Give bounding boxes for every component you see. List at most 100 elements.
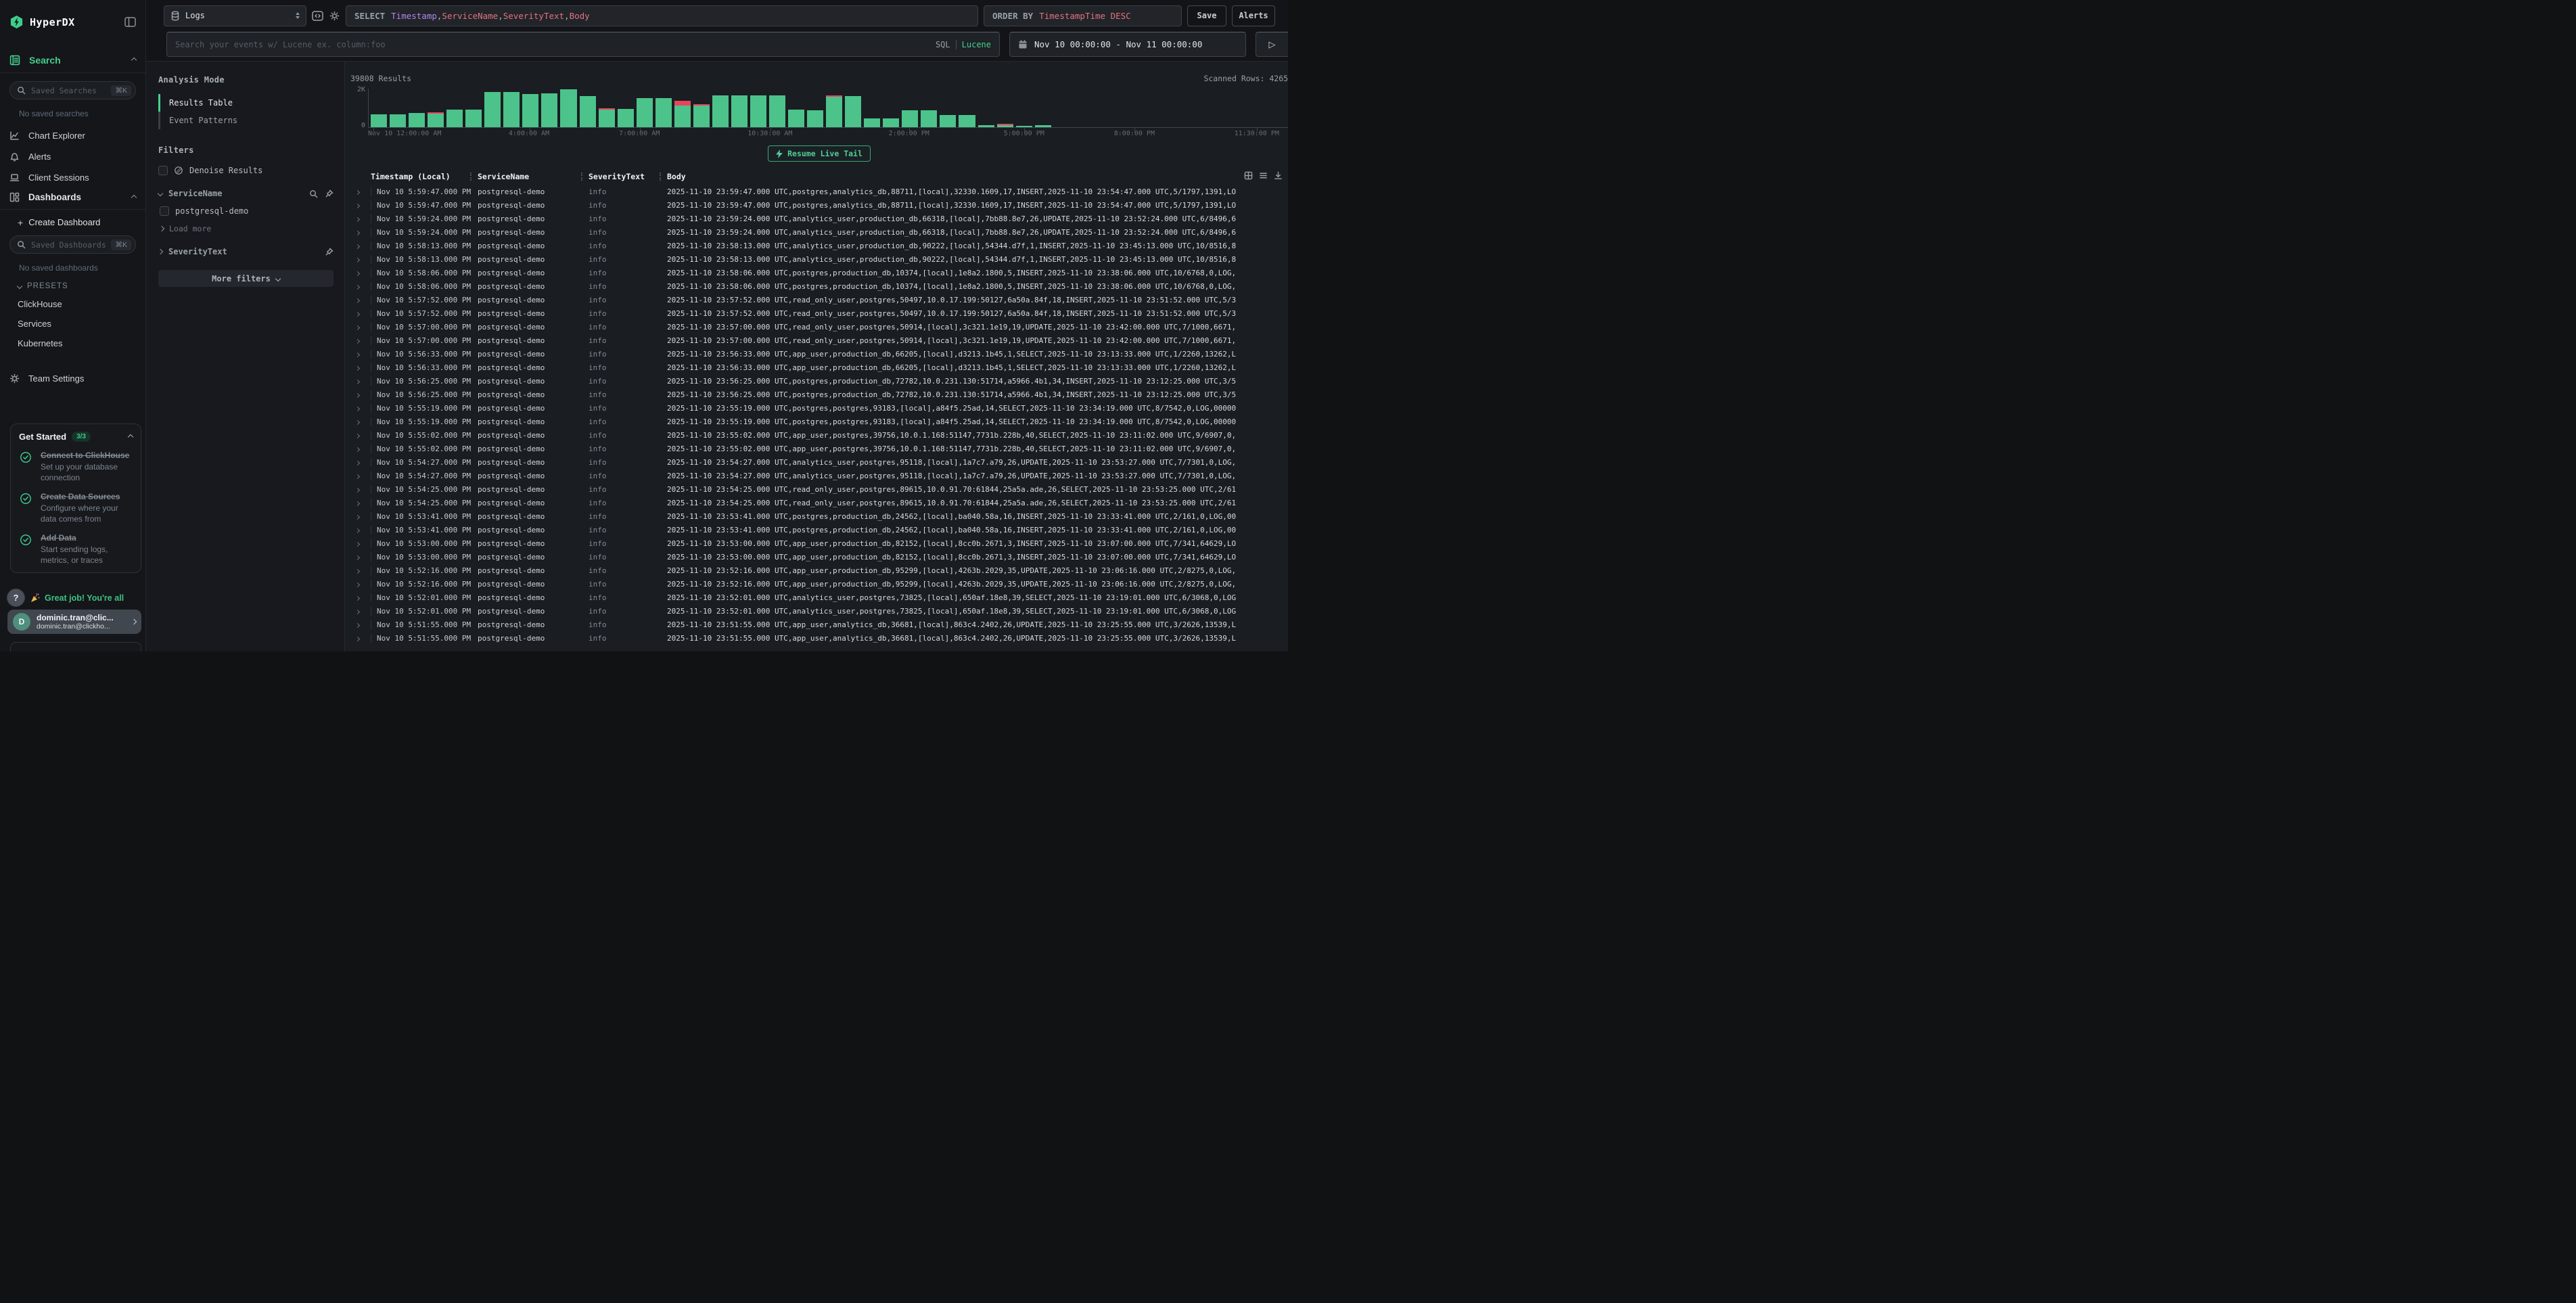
row-expand-chevron-icon[interactable]: [354, 255, 371, 264]
table-row[interactable]: Nov 10 5:57:52.000 PMpostgresql-demoinfo…: [350, 293, 1288, 306]
histogram-bar[interactable]: [484, 92, 501, 128]
date-range-picker[interactable]: Nov 10 00:00:00 - Nov 11 00:00:00: [1009, 32, 1246, 57]
column-header-timestamp[interactable]: Timestamp (Local): [371, 172, 478, 181]
table-row[interactable]: Nov 10 5:56:33.000 PMpostgresql-demoinfo…: [350, 347, 1288, 361]
histogram-bar[interactable]: [522, 94, 538, 128]
table-row[interactable]: Nov 10 5:56:25.000 PMpostgresql-demoinfo…: [350, 388, 1288, 401]
table-row[interactable]: Nov 10 5:53:00.000 PMpostgresql-demoinfo…: [350, 550, 1288, 564]
gear-icon[interactable]: [329, 11, 340, 21]
row-expand-chevron-icon[interactable]: [354, 485, 371, 494]
row-expand-chevron-icon[interactable]: [354, 323, 371, 332]
row-expand-chevron-icon[interactable]: [354, 593, 371, 602]
row-expand-chevron-icon[interactable]: [354, 404, 371, 413]
table-row[interactable]: Nov 10 5:52:01.000 PMpostgresql-demoinfo…: [350, 591, 1288, 604]
row-expand-chevron-icon[interactable]: [354, 526, 371, 534]
row-expand-chevron-icon[interactable]: [354, 214, 371, 223]
histogram-bar[interactable]: [826, 95, 842, 128]
alerts-button[interactable]: Alerts: [1232, 5, 1275, 26]
create-dashboard-button[interactable]: + Create Dashboard: [0, 210, 145, 227]
row-expand-chevron-icon[interactable]: [354, 417, 371, 426]
row-expand-chevron-icon[interactable]: [354, 512, 371, 521]
table-row[interactable]: Nov 10 5:54:25.000 PMpostgresql-demoinfo…: [350, 482, 1288, 496]
histogram-bar[interactable]: [656, 98, 672, 128]
histogram-bar[interactable]: [921, 110, 937, 128]
histogram-bar[interactable]: [580, 96, 596, 128]
table-row[interactable]: Nov 10 5:57:52.000 PMpostgresql-demoinfo…: [350, 306, 1288, 320]
histogram-bar[interactable]: [959, 115, 975, 128]
sidebar-item-search[interactable]: Search: [0, 48, 145, 72]
preset-clickhouse[interactable]: ClickHouse: [0, 294, 145, 314]
tab-event-patterns[interactable]: Event Patterns: [158, 112, 334, 129]
more-filters-button[interactable]: More filters: [158, 270, 334, 287]
row-expand-chevron-icon[interactable]: [354, 620, 371, 629]
saved-dashboards-input[interactable]: Saved Dashboards ⌘K: [9, 235, 136, 254]
table-settings-icon[interactable]: [1244, 171, 1253, 180]
histogram-bar[interactable]: [446, 110, 463, 128]
sidebar-item-dashboards[interactable]: Dashboards: [0, 188, 145, 209]
histogram-bar[interactable]: [390, 114, 406, 128]
row-expand-chevron-icon[interactable]: [354, 269, 371, 277]
help-button[interactable]: ?: [7, 589, 25, 607]
table-row[interactable]: Nov 10 5:58:13.000 PMpostgresql-demoinfo…: [350, 252, 1288, 266]
histogram-bar[interactable]: [465, 110, 482, 128]
histogram-bar[interactable]: [560, 89, 576, 128]
presets-toggle[interactable]: PRESETS: [0, 273, 145, 290]
table-row[interactable]: Nov 10 5:53:00.000 PMpostgresql-demoinfo…: [350, 536, 1288, 550]
run-query-button[interactable]: ▷: [1256, 32, 1288, 57]
select-query-input[interactable]: SELECT Timestamp,ServiceName,SeverityTex…: [346, 5, 978, 26]
histogram-bar[interactable]: [731, 95, 748, 128]
row-expand-chevron-icon[interactable]: [354, 350, 371, 359]
row-expand-chevron-icon[interactable]: [354, 431, 371, 440]
table-row[interactable]: Nov 10 5:57:00.000 PMpostgresql-demoinfo…: [350, 320, 1288, 334]
pin-icon[interactable]: [325, 248, 334, 256]
row-expand-chevron-icon[interactable]: [354, 458, 371, 467]
sidebar-item-alerts[interactable]: Alerts: [0, 146, 145, 167]
table-row[interactable]: Nov 10 5:55:19.000 PMpostgresql-demoinfo…: [350, 401, 1288, 415]
order-by-input[interactable]: ORDER BY TimestampTime DESC: [984, 5, 1182, 26]
load-more-button[interactable]: Load more: [158, 224, 334, 233]
column-header-severitytext[interactable]: SeverityText: [589, 172, 667, 181]
row-expand-chevron-icon[interactable]: [354, 242, 371, 250]
save-button[interactable]: Save: [1187, 5, 1226, 26]
preset-kubernetes[interactable]: Kubernetes: [0, 334, 145, 353]
get-started-header[interactable]: Get Started 3/3: [19, 432, 133, 442]
row-expand-chevron-icon[interactable]: [354, 336, 371, 345]
row-expand-chevron-icon[interactable]: [354, 296, 371, 304]
histogram-bar[interactable]: [883, 118, 899, 128]
histogram-bar[interactable]: [599, 108, 615, 128]
checkbox[interactable]: [158, 166, 168, 175]
column-header-body[interactable]: Body: [667, 172, 1288, 181]
table-row[interactable]: Nov 10 5:52:16.000 PMpostgresql-demoinfo…: [350, 577, 1288, 591]
histogram-bar[interactable]: [693, 104, 710, 128]
pin-icon[interactable]: [325, 189, 334, 198]
table-row[interactable]: Nov 10 5:58:13.000 PMpostgresql-demoinfo…: [350, 239, 1288, 252]
table-row[interactable]: Nov 10 5:56:33.000 PMpostgresql-demoinfo…: [350, 361, 1288, 374]
row-expand-chevron-icon[interactable]: [354, 553, 371, 562]
histogram-bar[interactable]: [428, 112, 444, 128]
row-expand-chevron-icon[interactable]: [354, 580, 371, 589]
histogram-bar[interactable]: [750, 95, 766, 128]
source-select[interactable]: Logs: [164, 5, 306, 26]
histogram-bar[interactable]: [807, 110, 823, 128]
get-started-step[interactable]: Add Data Start sending logs, metrics, or…: [19, 532, 133, 566]
table-row[interactable]: Nov 10 5:55:02.000 PMpostgresql-demoinfo…: [350, 428, 1288, 442]
row-expand-chevron-icon[interactable]: [354, 444, 371, 453]
search-icon[interactable]: [309, 189, 318, 198]
get-started-step[interactable]: Create Data Sources Configure where your…: [19, 491, 133, 524]
histogram-bar[interactable]: [712, 95, 729, 128]
table-row[interactable]: Nov 10 5:59:24.000 PMpostgresql-demoinfo…: [350, 225, 1288, 239]
collapse-sidebar-icon[interactable]: [124, 17, 136, 27]
histogram-bar[interactable]: [371, 114, 387, 128]
user-menu[interactable]: D dominic.tran@clic... dominic.tran@clic…: [7, 610, 141, 634]
row-expand-chevron-icon[interactable]: [354, 499, 371, 507]
table-row[interactable]: Nov 10 5:59:47.000 PMpostgresql-demoinfo…: [350, 185, 1288, 198]
row-expand-chevron-icon[interactable]: [354, 634, 371, 643]
histogram-bar[interactable]: [409, 113, 425, 128]
download-icon[interactable]: [1274, 171, 1283, 180]
table-row[interactable]: Nov 10 5:59:24.000 PMpostgresql-demoinfo…: [350, 212, 1288, 225]
sidebar-item-client-sessions[interactable]: Client Sessions: [0, 167, 145, 188]
row-expand-chevron-icon[interactable]: [354, 282, 371, 291]
lucene-toggle[interactable]: Lucene: [962, 40, 991, 49]
histogram-bar[interactable]: [845, 96, 861, 128]
sql-toggle[interactable]: SQL: [936, 40, 950, 49]
